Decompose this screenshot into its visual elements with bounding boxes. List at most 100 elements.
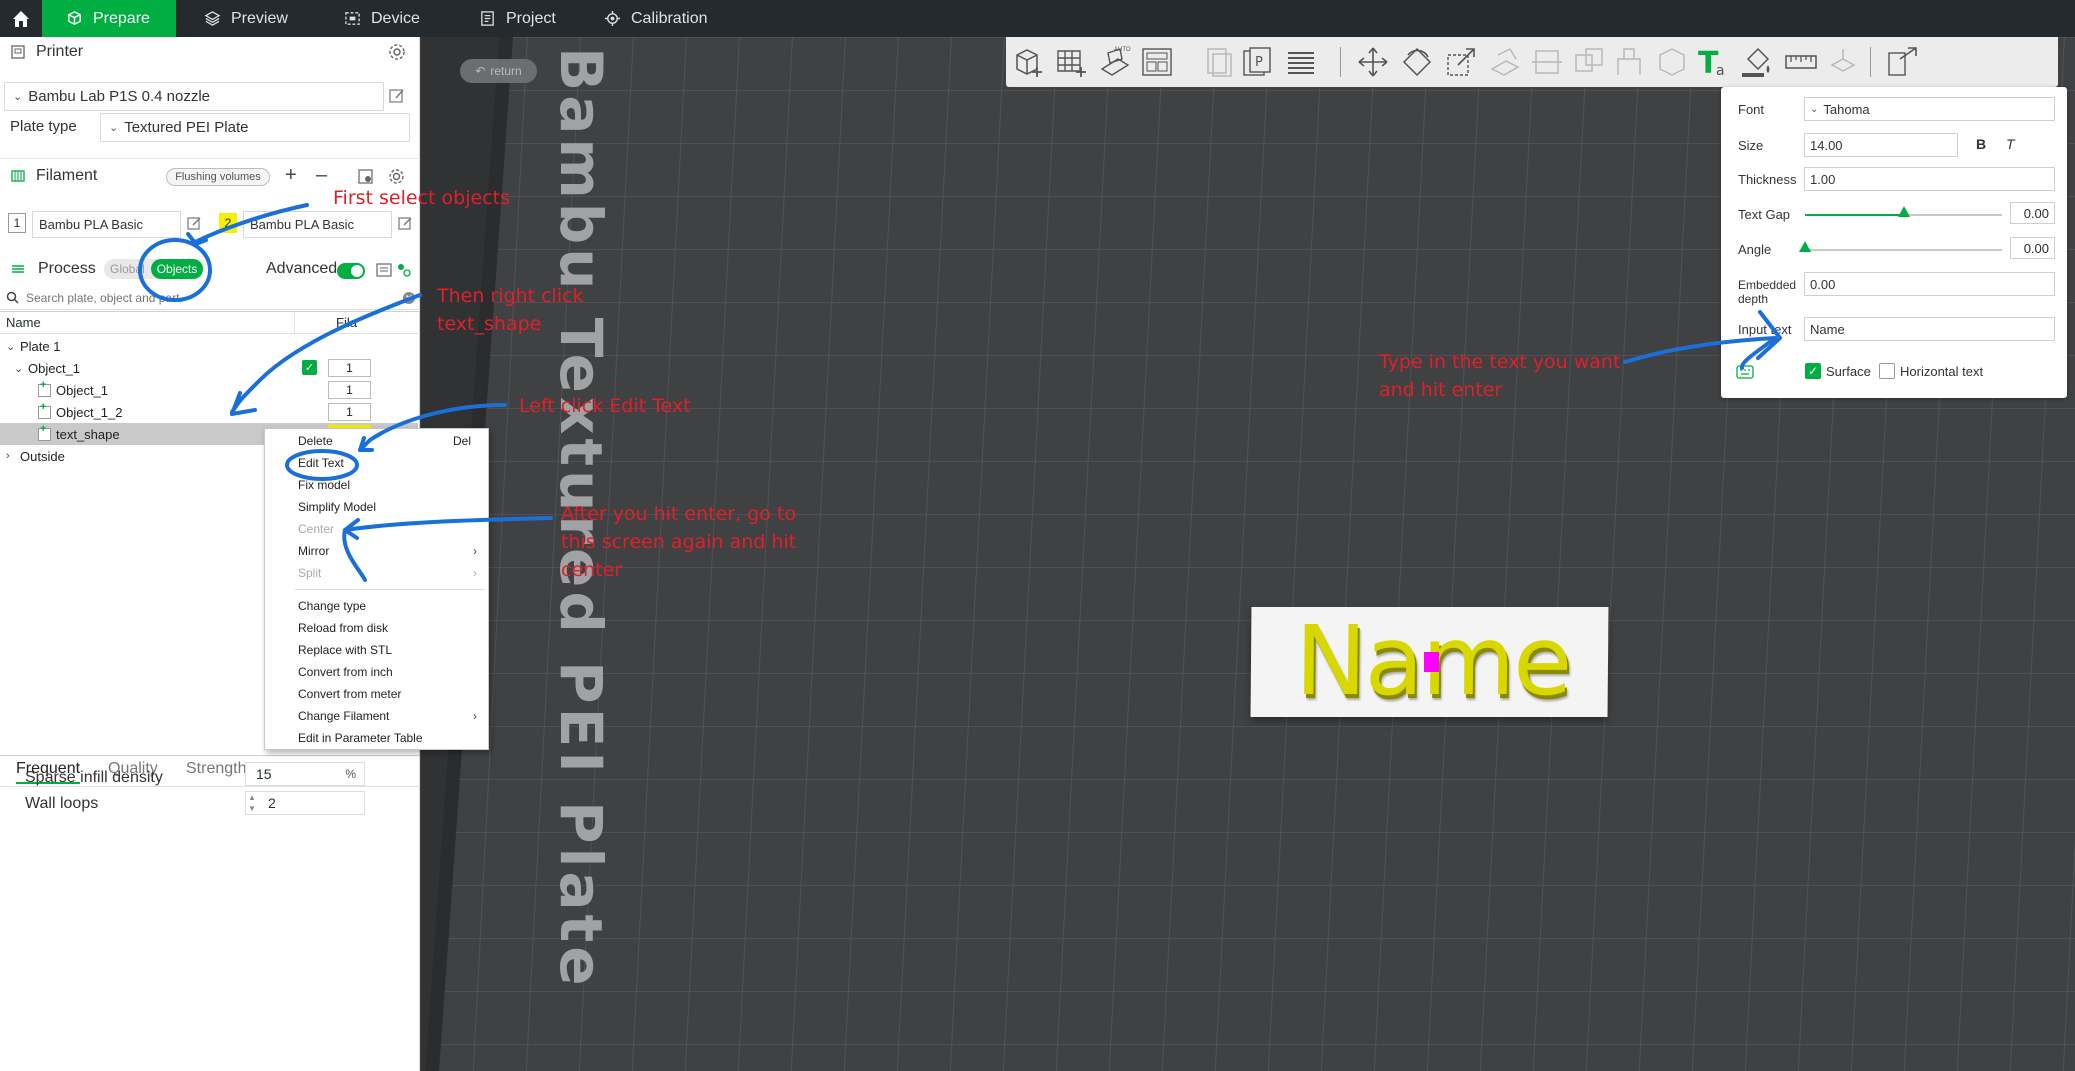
add-filament-button[interactable]: + — [285, 164, 297, 187]
flushing-volumes-button[interactable]: Flushing volumes — [166, 168, 270, 186]
annotation-select-objects: First select objects — [333, 187, 510, 209]
tab-calibration[interactable]: Calibration — [580, 0, 731, 37]
input-text-field[interactable]: Name — [1804, 317, 2055, 341]
checkbox-checked-icon[interactable]: ✓ — [302, 360, 317, 375]
filament-title: Filament — [36, 167, 98, 184]
stepper-up-icon[interactable]: ▲ — [248, 793, 256, 802]
plate-settings-icon[interactable]: P — [1240, 45, 1274, 79]
chevron-down-icon[interactable]: ⌄ — [6, 340, 15, 353]
keyboard-icon[interactable] — [1736, 365, 1754, 379]
scale-icon[interactable] — [1444, 45, 1478, 79]
text-gap-slider[interactable] — [1805, 206, 2002, 217]
menu-item-edit-text[interactable]: Edit Text — [298, 456, 344, 470]
angle-input[interactable]: 0.00 — [2010, 237, 2055, 259]
menu-item-center[interactable]: Center — [298, 522, 334, 536]
printer-icon — [11, 45, 25, 59]
filament-cell[interactable]: 1 — [328, 381, 371, 399]
filament-1-select[interactable]: Bambu PLA Basic — [32, 211, 181, 238]
rotate-icon[interactable] — [1400, 45, 1434, 79]
tab-strength[interactable]: Strength — [186, 760, 246, 784]
chevron-down-icon[interactable]: ⌄ — [14, 362, 23, 375]
arrange-icon[interactable] — [1140, 45, 1174, 79]
edit-preset-icon[interactable] — [388, 87, 406, 105]
process-scope-toggle[interactable]: Global Objects — [104, 259, 204, 279]
stepper-down-icon[interactable]: ▼ — [248, 804, 256, 813]
tab-project[interactable]: Project — [455, 0, 580, 37]
tab-device[interactable]: Device — [320, 0, 444, 37]
menu-item-edit-parameter-table[interactable]: Edit in Parameter Table — [298, 731, 423, 745]
filament-cell[interactable]: 1 — [328, 359, 371, 377]
printer-settings-icon[interactable] — [388, 43, 406, 61]
thickness-input[interactable]: 1.00 — [1804, 167, 2055, 191]
global-option[interactable]: Global — [104, 259, 151, 279]
plate-type-select[interactable]: ⌄ Textured PEI Plate — [100, 113, 410, 142]
surface-checkbox[interactable]: ✓ — [1805, 363, 1821, 379]
sparse-infill-input[interactable]: 15 % — [245, 762, 365, 786]
measure-icon[interactable] — [1784, 45, 1818, 79]
auto-orient-icon[interactable]: AUTO — [1098, 45, 1132, 79]
menu-item-convert-inch[interactable]: Convert from inch — [298, 665, 393, 679]
tree-row-part[interactable]: Object_1 1 — [0, 379, 418, 401]
filament-cell[interactable]: 1 — [328, 403, 371, 421]
tree-row-label: text_shape — [56, 426, 120, 442]
tab-label: Prepare — [93, 9, 150, 27]
home-icon — [13, 10, 29, 27]
bold-button[interactable]: B — [1976, 136, 1986, 152]
chevron-right-icon[interactable]: › — [6, 450, 10, 462]
font-select[interactable]: ⌄ Tahoma — [1804, 97, 2055, 121]
tab-preview[interactable]: Preview — [180, 0, 312, 37]
tree-row-plate[interactable]: ⌄ Plate 1 — [0, 335, 418, 357]
slider-thumb[interactable] — [1799, 241, 1811, 252]
menu-item-change-filament[interactable]: Change Filament — [298, 709, 389, 723]
menu-item-reload[interactable]: Reload from disk — [298, 621, 388, 635]
add-object-icon[interactable] — [1012, 45, 1046, 79]
remove-filament-button[interactable]: – — [316, 164, 327, 187]
process-icon — [12, 265, 24, 273]
return-button[interactable]: ↶ return — [460, 59, 537, 83]
menu-item-mirror[interactable]: Mirror — [298, 544, 329, 558]
text-gap-input[interactable]: 0.00 — [2010, 202, 2055, 224]
svg-text:P: P — [1255, 55, 1263, 70]
text-tool-icon[interactable]: Ta — [1696, 45, 1730, 79]
split-view-icon[interactable] — [1886, 45, 1920, 79]
edit-filament-2-icon[interactable] — [397, 215, 415, 233]
italic-button[interactable]: T — [2006, 136, 2015, 152]
edit-filament-1-icon[interactable] — [186, 215, 204, 233]
object-search-input[interactable] — [26, 290, 386, 305]
sync-filament-icon[interactable] — [357, 168, 374, 185]
home-button[interactable] — [0, 0, 42, 37]
object-settings-icon[interactable] — [396, 262, 412, 278]
objects-option[interactable]: Objects — [150, 259, 204, 279]
tree-col-fila: Fila — [336, 315, 357, 330]
tree-row-object[interactable]: ⌄ Object_1 ✓ 1 — [0, 357, 418, 379]
wall-loops-stepper[interactable]: ▲ ▼ 2 — [245, 791, 365, 815]
color-paint-icon[interactable] — [1740, 45, 1774, 79]
horizontal-text-checkbox[interactable] — [1879, 363, 1895, 379]
layers-panel-icon[interactable] — [1284, 45, 1318, 79]
slider-thumb[interactable] — [1897, 206, 1910, 217]
filament-2-select[interactable]: Bambu PLA Basic — [243, 211, 392, 238]
thickness-label: Thickness — [1738, 172, 1797, 187]
menu-item-simplify[interactable]: Simplify Model — [298, 500, 376, 514]
embedded-depth-input[interactable]: 0.00 — [1804, 272, 2055, 296]
list-view-icon[interactable] — [376, 262, 392, 278]
tree-row-part[interactable]: Object_1_2 1 — [0, 401, 418, 423]
part-icon — [38, 401, 51, 419]
size-input[interactable]: 14.00 — [1804, 133, 1958, 157]
angle-slider[interactable] — [1799, 241, 2002, 252]
tab-prepare[interactable]: Prepare — [42, 0, 176, 37]
clear-search-icon[interactable] — [402, 291, 416, 305]
boolean-icon — [1575, 48, 1603, 72]
menu-item-split[interactable]: Split — [298, 566, 321, 580]
menu-item-replace-stl[interactable]: Replace with STL — [298, 643, 392, 657]
filament-settings-icon[interactable] — [388, 168, 405, 185]
menu-item-delete[interactable]: Delete — [298, 434, 333, 448]
menu-item-change-type[interactable]: Change type — [298, 599, 366, 613]
move-icon[interactable] — [1356, 45, 1390, 79]
menu-item-convert-meter[interactable]: Convert from meter — [298, 687, 401, 701]
menu-item-fix-model[interactable]: Fix model — [298, 478, 350, 492]
add-plate-icon[interactable] — [1054, 45, 1088, 79]
printer-preset-select[interactable]: ⌄ Bambu Lab P1S 0.4 nozzle — [4, 82, 384, 111]
advanced-toggle[interactable] — [337, 263, 365, 279]
chevron-right-icon: › — [473, 544, 477, 558]
